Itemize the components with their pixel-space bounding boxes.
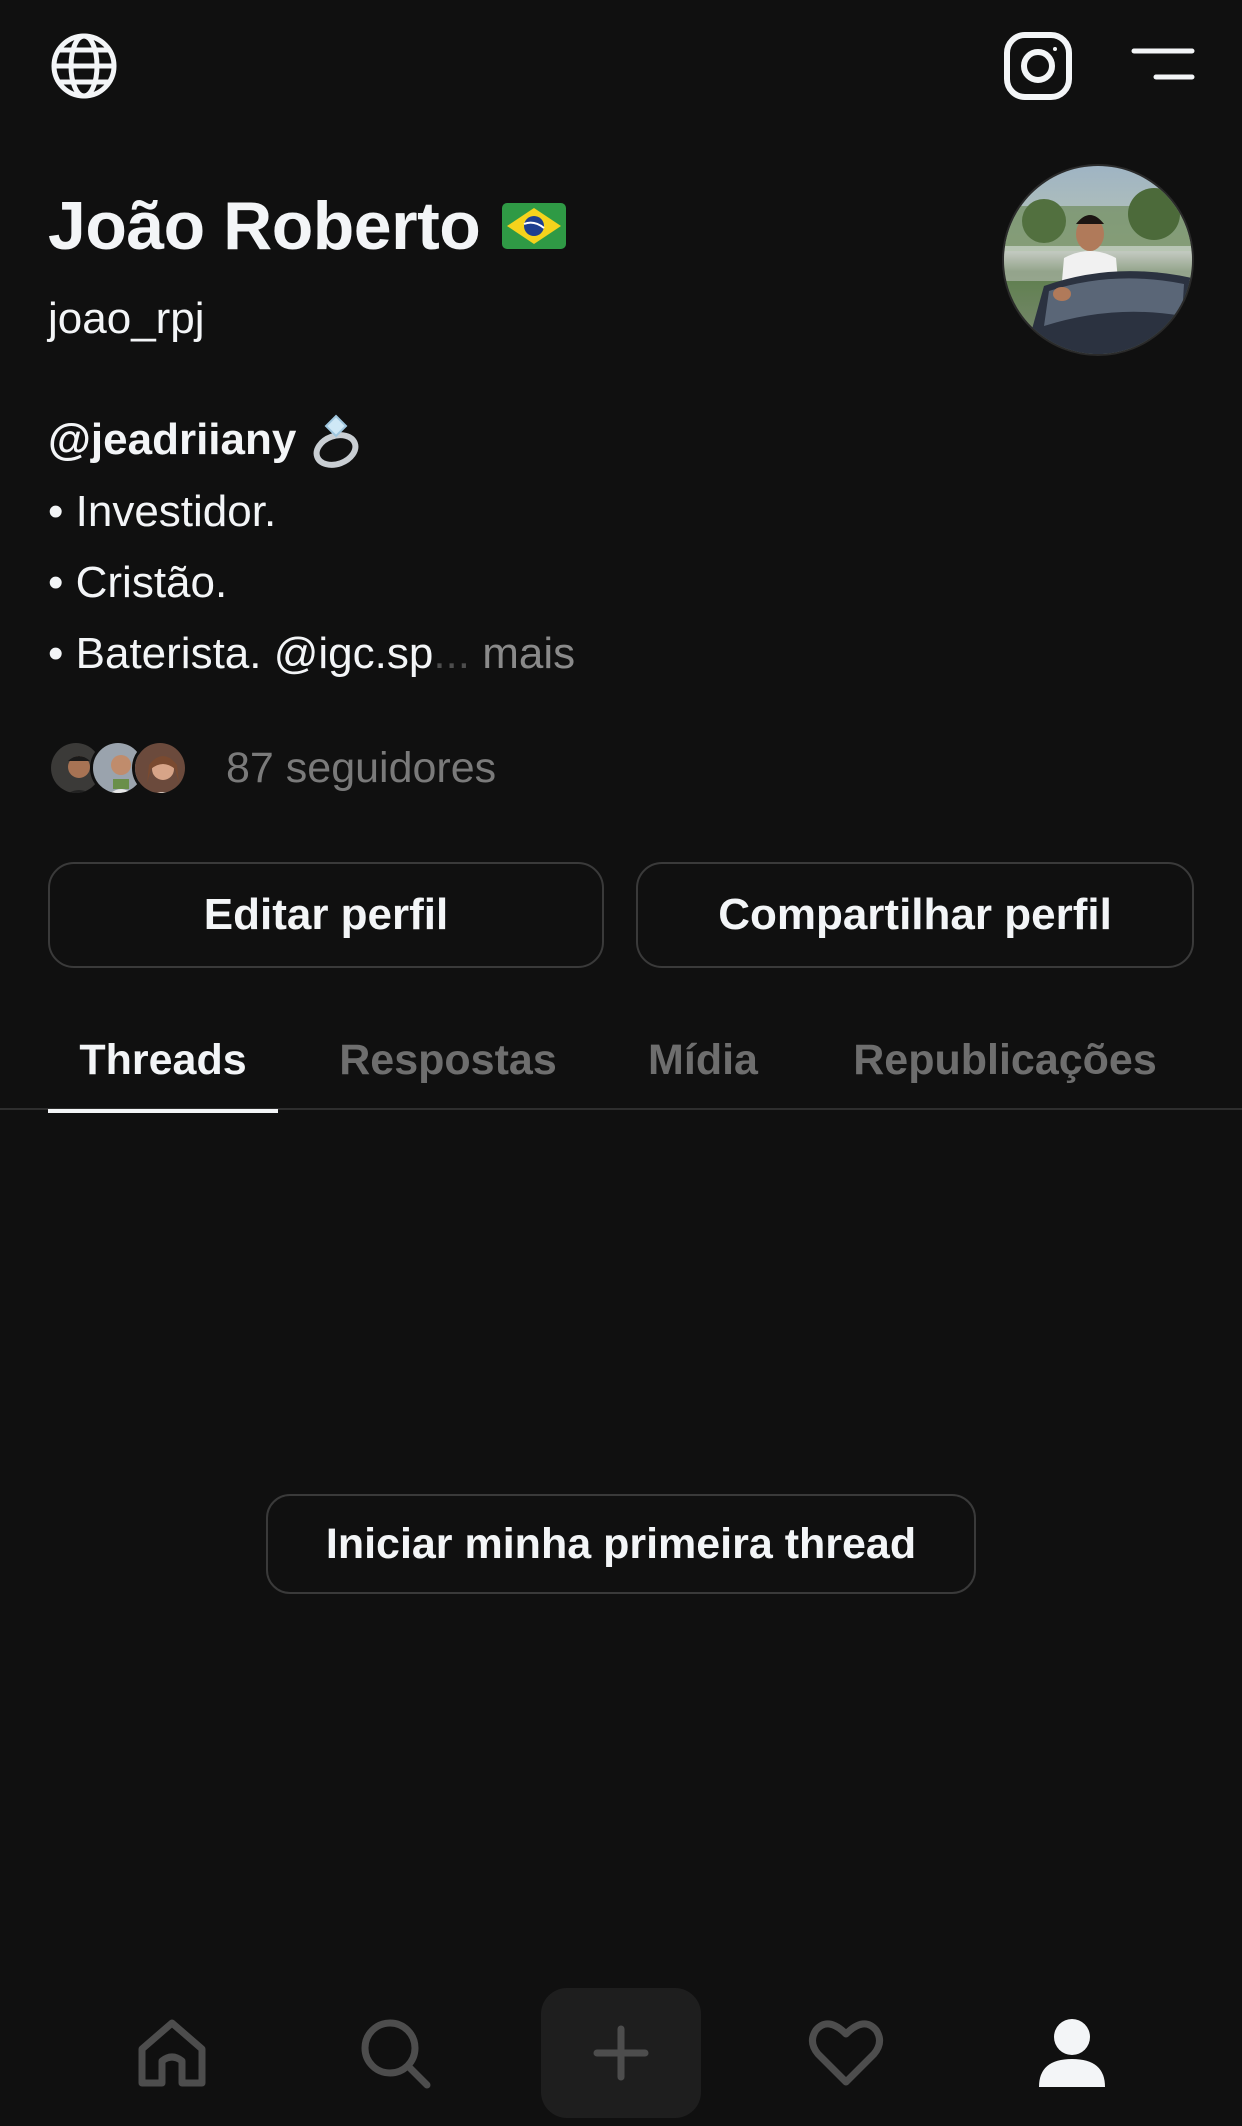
follower-avatars: [48, 740, 188, 796]
bio-line-investidor: • Investidor.: [48, 487, 277, 536]
ring-emoji-icon: [310, 412, 362, 468]
heart-icon[interactable]: [766, 1988, 926, 2118]
globe-icon[interactable]: [48, 30, 120, 102]
tab-threads[interactable]: Threads: [48, 1010, 278, 1113]
start-first-thread-button[interactable]: Iniciar minha primeira thread: [266, 1494, 976, 1594]
menu-icon[interactable]: [1130, 40, 1196, 90]
tab-respostas[interactable]: Respostas: [316, 1010, 580, 1110]
profile-screen: João Roberto joao_rpj @jeadriiany • Inve…: [0, 0, 1242, 2126]
edit-profile-button[interactable]: Editar perfil: [48, 862, 604, 968]
bio-line-baterista-text: • Baterista. @igc.sp: [48, 629, 434, 678]
bottom-nav: [0, 1980, 1242, 2126]
share-profile-button[interactable]: Compartilhar perfil: [636, 862, 1194, 968]
bio-ellipsis: ...: [433, 629, 471, 678]
follower-count[interactable]: 87 seguidores: [226, 740, 496, 796]
profile-name-row: João Roberto: [48, 186, 567, 266]
tab-republicacoes[interactable]: Republicações: [830, 1010, 1180, 1110]
brazil-flag-icon: [502, 203, 567, 249]
search-icon[interactable]: [315, 1988, 475, 2118]
plus-icon: [593, 2025, 649, 2081]
profile-icon[interactable]: [992, 1988, 1152, 2118]
bio-more-link[interactable]: mais: [482, 629, 575, 678]
home-icon[interactable]: [92, 1988, 252, 2118]
instagram-icon[interactable]: [1002, 30, 1074, 102]
profile-username[interactable]: joao_rpj: [48, 292, 205, 346]
bio-line-baterista: • Baterista. @igc.sp... mais: [48, 626, 575, 682]
create-thread-button[interactable]: [541, 1988, 701, 2118]
bio-line-cristao: • Cristão.: [48, 558, 228, 607]
profile-name: João Roberto: [48, 188, 481, 264]
bio-mention[interactable]: @jeadriiany: [48, 412, 296, 468]
profile-avatar[interactable]: [1002, 164, 1194, 356]
follower-avatar: [132, 740, 188, 796]
bio-mention-line[interactable]: @jeadriiany: [48, 412, 362, 468]
tab-midia[interactable]: Mídia: [630, 1010, 776, 1110]
followers-row[interactable]: 87 seguidores: [48, 740, 496, 796]
profile-tabs: Threads Respostas Mídia Republicações: [0, 1010, 1242, 1113]
